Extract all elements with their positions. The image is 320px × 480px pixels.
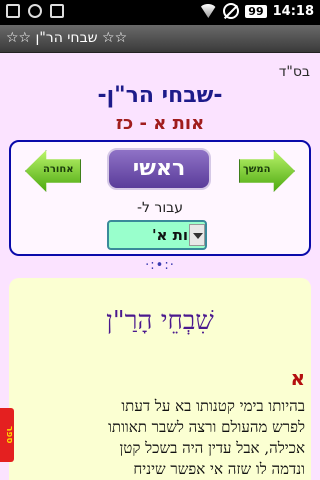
letter-select[interactable]: אות א' [107,220,207,250]
section-letter: א [290,366,305,390]
usb-icon [28,4,42,18]
body-line: אכילה, אבל עדין היה בשכל קטן [119,439,305,457]
forward-button-label: המשך [243,164,271,175]
notification-icons [6,4,64,18]
body-line: לפרש מהעולם ורצה לשבר תאוותו [108,418,305,436]
notification-app-icon [6,4,20,18]
no-signal-icon [223,3,240,19]
navigation-box: אחורה ראשי המשך עבור ל- אות א' [9,140,311,256]
wifi-icon [199,4,218,18]
sd-card-icon [50,4,64,18]
ornament-divider: ·:•:· [145,258,175,273]
back-button[interactable]: אחורה [25,150,81,192]
side-tab[interactable]: ספר [0,408,14,462]
status-right: 99 14:18 [199,3,314,19]
content-title: שִׁבְחֵי הָרַ"ן [106,306,214,336]
body-line: בהיותו בימי קטנותו בא על דעתו [121,397,305,415]
back-button-label: אחורה [43,164,74,175]
chevron-down-icon[interactable] [189,224,205,246]
page-subtitle: אות א - כז [115,113,205,134]
content-panel: שִׁבְחֵי הָרַ"ן א בהיותו בימי קטנותו בא … [9,278,311,480]
bsd-label: בס"ד [278,64,310,80]
app-title: ☆☆ שבחי הר"ן ☆☆ [6,30,128,46]
go-to-label: עבור ל- [136,200,184,216]
clock: 14:18 [272,3,314,19]
page-title: -שבחי הר"ן- [97,83,223,108]
battery-level: 99 [245,4,267,18]
status-bar: 99 14:18 [0,0,320,25]
content-body: בהיותו בימי קטנותו בא על דעתו לפרש מהעול… [15,396,305,480]
body-line: ונדמה לו שזה אי אפשר שיניח [133,460,305,478]
main-menu-button[interactable]: ראשי [107,148,211,190]
app-title-bar: ☆☆ שבחי הר"ן ☆☆ [0,25,320,53]
forward-button[interactable]: המשך [239,150,295,192]
